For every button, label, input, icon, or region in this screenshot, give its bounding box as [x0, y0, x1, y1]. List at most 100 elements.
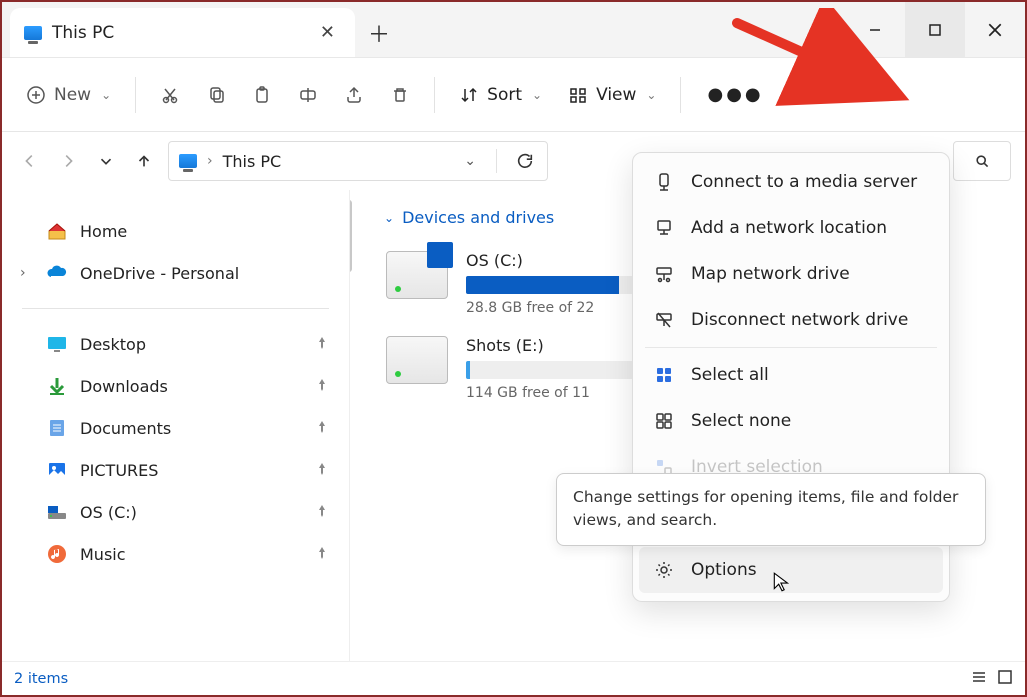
- home-icon: [46, 220, 68, 242]
- group-title: Devices and drives: [402, 208, 554, 227]
- cursor-icon: [771, 571, 793, 597]
- pin-icon: [315, 503, 329, 522]
- view-button[interactable]: View ⌄: [558, 77, 666, 113]
- menu-label: Add a network location: [691, 218, 887, 238]
- drive-free-text: 28.8 GB free of 22: [466, 300, 646, 316]
- menu-item-map-network-drive[interactable]: Map network drive: [633, 251, 949, 297]
- sidebar-item-downloads[interactable]: Downloads: [2, 365, 349, 407]
- menu-item-select-all[interactable]: Select all: [633, 352, 949, 398]
- menu-label: Disconnect network drive: [691, 310, 908, 330]
- cut-button[interactable]: [150, 77, 190, 113]
- expand-icon[interactable]: ›: [20, 265, 26, 281]
- refresh-button[interactable]: [513, 152, 537, 170]
- close-button[interactable]: [965, 2, 1025, 57]
- tab-this-pc[interactable]: This PC ✕: [10, 8, 355, 57]
- sidebar-label: Documents: [80, 419, 171, 438]
- sidebar-item-onedrive[interactable]: › OneDrive - Personal: [2, 252, 349, 294]
- sidebar-item-desktop[interactable]: Desktop: [2, 323, 349, 365]
- drive-free-text: 114 GB free of 11: [466, 385, 646, 401]
- chevron-right-icon: ›: [207, 153, 213, 169]
- new-label: New: [54, 85, 91, 105]
- sort-button[interactable]: Sort ⌄: [449, 77, 552, 113]
- drive-icon: [46, 501, 68, 523]
- sidebar-label: Downloads: [80, 377, 168, 396]
- drive-name: OS (C:): [466, 251, 646, 270]
- address-dropdown[interactable]: ⌄: [460, 149, 480, 173]
- address-bar[interactable]: › This PC ⌄: [168, 141, 548, 181]
- menu-item-select-none[interactable]: Select none: [633, 398, 949, 444]
- pin-icon: [315, 545, 329, 564]
- delete-button[interactable]: [380, 77, 420, 113]
- chevron-down-icon: ⌄: [101, 88, 111, 102]
- network-location-icon: [653, 217, 675, 239]
- menu-label: Select none: [691, 411, 791, 431]
- menu-label: Map network drive: [691, 264, 850, 284]
- new-tab-button[interactable]: ＋: [355, 8, 403, 57]
- menu-item-add-network-location[interactable]: Add a network location: [633, 205, 949, 251]
- view-mode-buttons: [971, 669, 1013, 689]
- forward-button[interactable]: [54, 147, 82, 175]
- menu-item-connect-media-server[interactable]: Connect to a media server: [633, 159, 949, 205]
- tab-close-icon[interactable]: ✕: [314, 18, 341, 47]
- sidebar: Home › OneDrive - Personal Desktop Downl…: [2, 190, 350, 661]
- scrollbar-thumb[interactable]: [350, 200, 352, 272]
- onedrive-icon: [46, 262, 68, 284]
- rename-button[interactable]: [288, 77, 328, 113]
- tooltip-text: Change settings for opening items, file …: [573, 488, 958, 529]
- sidebar-item-pictures[interactable]: PICTURES: [2, 449, 349, 491]
- map-drive-icon: [653, 263, 675, 285]
- sidebar-label: Desktop: [80, 335, 146, 354]
- chevron-down-icon: ⌄: [646, 88, 656, 102]
- pin-icon: [315, 377, 329, 396]
- details-view-button[interactable]: [971, 669, 987, 689]
- toolbar: New ⌄ Sort ⌄ View ⌄ ●●●: [2, 58, 1025, 132]
- sidebar-label: Home: [80, 222, 127, 241]
- gear-icon: [653, 559, 675, 581]
- capacity-bar: [466, 276, 646, 294]
- desktop-icon: [46, 333, 68, 355]
- sidebar-item-os-c[interactable]: OS (C:): [2, 491, 349, 533]
- drive-info: Shots (E:) 114 GB free of 11: [466, 336, 646, 401]
- new-button[interactable]: New ⌄: [16, 77, 121, 113]
- icons-view-button[interactable]: [997, 669, 1013, 689]
- documents-icon: [46, 417, 68, 439]
- pin-icon: [315, 461, 329, 480]
- sidebar-item-home[interactable]: Home: [2, 210, 349, 252]
- downloads-icon: [46, 375, 68, 397]
- window-controls: [845, 2, 1025, 57]
- separator: [680, 77, 681, 113]
- capacity-bar: [466, 361, 646, 379]
- tab-title: This PC: [52, 23, 304, 43]
- copy-button[interactable]: [196, 77, 236, 113]
- capacity-fill: [466, 276, 619, 294]
- separator: [135, 77, 136, 113]
- back-button[interactable]: [16, 147, 44, 175]
- sidebar-item-documents[interactable]: Documents: [2, 407, 349, 449]
- pin-icon: [315, 419, 329, 438]
- media-server-icon: [653, 171, 675, 193]
- pictures-icon: [46, 459, 68, 481]
- separator: [496, 149, 497, 173]
- minimize-button[interactable]: [845, 2, 905, 57]
- capacity-fill: [466, 361, 470, 379]
- drive-icon: [386, 336, 448, 384]
- paste-button[interactable]: [242, 77, 282, 113]
- up-button[interactable]: [130, 147, 158, 175]
- chevron-down-icon: ⌄: [384, 211, 394, 225]
- sidebar-item-music[interactable]: Music: [2, 533, 349, 575]
- more-button[interactable]: ●●●: [695, 76, 775, 113]
- menu-label: Connect to a media server: [691, 172, 917, 192]
- select-all-icon: [653, 364, 675, 386]
- select-none-icon: [653, 410, 675, 432]
- share-button[interactable]: [334, 77, 374, 113]
- drive-info: OS (C:) 28.8 GB free of 22: [466, 251, 646, 316]
- separator: [434, 77, 435, 113]
- sort-label: Sort: [487, 85, 522, 105]
- sidebar-label: OneDrive - Personal: [80, 264, 239, 283]
- search-box[interactable]: [953, 141, 1011, 181]
- restore-button[interactable]: [905, 2, 965, 57]
- drive-name: Shots (E:): [466, 336, 646, 355]
- view-label: View: [596, 85, 636, 105]
- recent-dropdown[interactable]: [92, 147, 120, 175]
- menu-item-disconnect-network-drive[interactable]: Disconnect network drive: [633, 297, 949, 343]
